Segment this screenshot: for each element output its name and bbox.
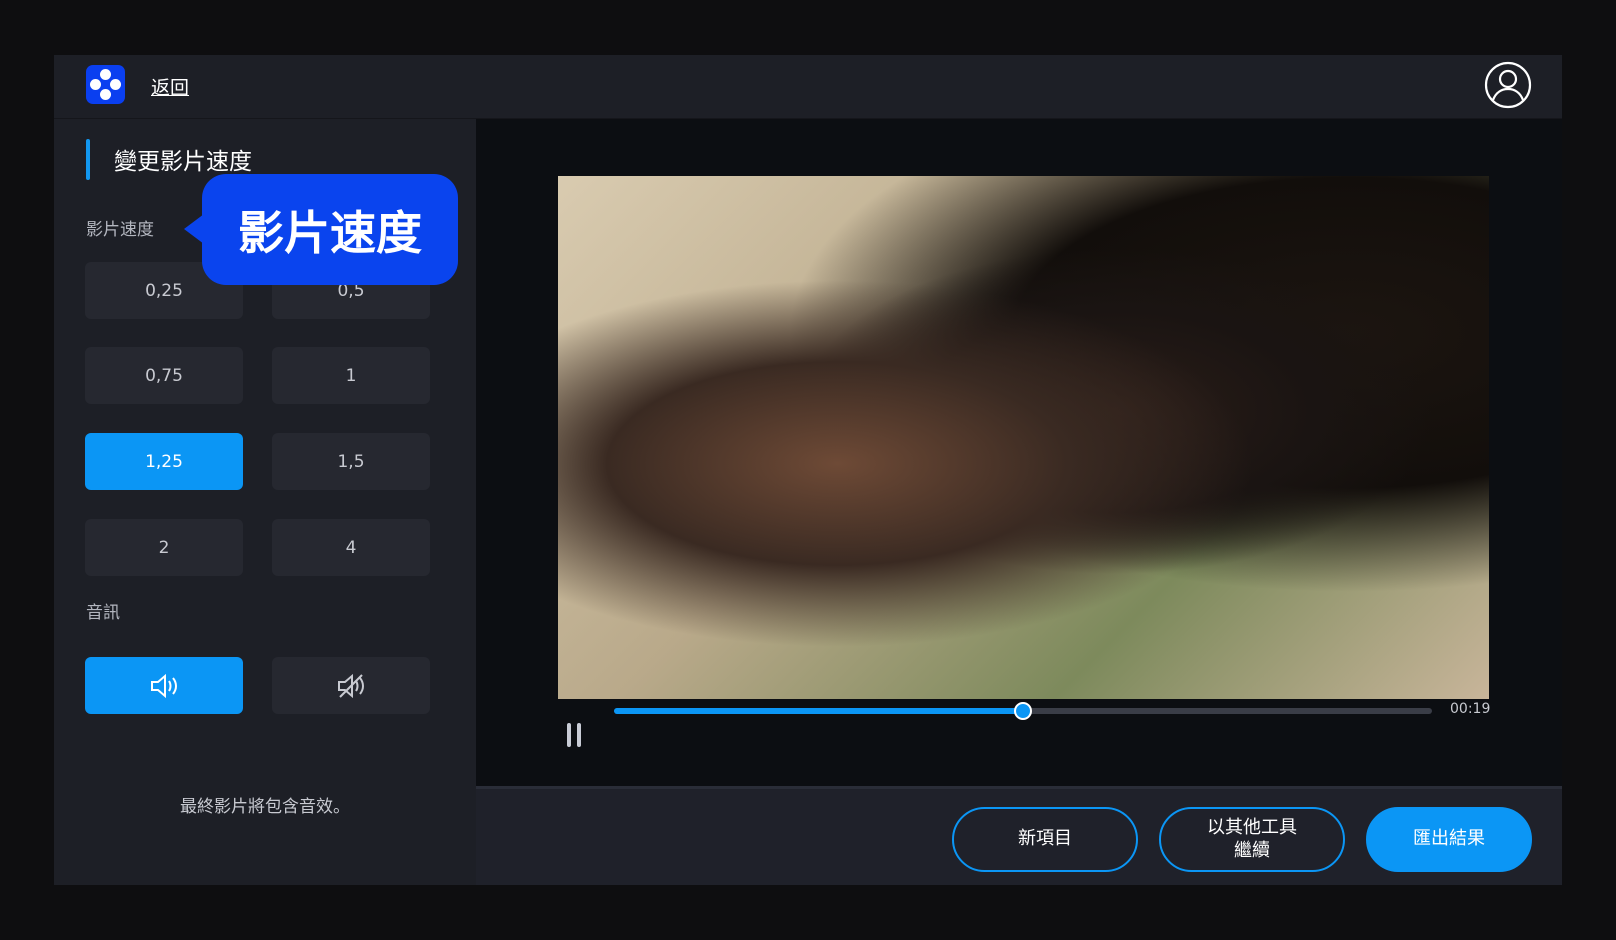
speed-option-4[interactable]: 4	[272, 519, 430, 576]
progress-thumb[interactable]	[1014, 702, 1032, 720]
user-circle-icon[interactable]	[1484, 61, 1532, 109]
new-project-button[interactable]: 新項目	[952, 807, 1138, 872]
app-logo[interactable]	[86, 65, 125, 104]
speed-option-1[interactable]: 1	[272, 347, 430, 404]
speaker-muted-icon	[338, 673, 364, 698]
speed-option-2[interactable]: 2	[85, 519, 243, 576]
title-accent-bar	[86, 139, 90, 180]
time-display: 00:19	[1450, 701, 1491, 717]
export-button[interactable]: 匯出結果	[1366, 807, 1532, 872]
continue-with-other-tool-button[interactable]: 以其他工具 繼續	[1159, 807, 1345, 872]
pause-button[interactable]	[565, 723, 585, 747]
back-link[interactable]: 返回	[151, 73, 189, 100]
speed-option-1-5[interactable]: 1,5	[272, 433, 430, 490]
audio-label: 音訊	[86, 603, 120, 623]
panel-title: 變更影片速度	[114, 149, 252, 175]
audio-on-button[interactable]	[85, 657, 243, 714]
progress-fill	[614, 708, 1023, 714]
video-preview[interactable]	[558, 176, 1489, 699]
header: 返回	[54, 55, 1562, 119]
pause-icon	[567, 723, 571, 747]
callout-tooltip: 影片速度	[184, 174, 458, 285]
audio-note: 最終影片將包含音效。	[180, 797, 350, 817]
speed-option-1-25[interactable]: 1,25	[85, 433, 243, 490]
progress-slider[interactable]	[614, 702, 1432, 720]
footer-bar: 新項目 以其他工具 繼續 匯出結果	[476, 786, 1562, 885]
audio-off-button[interactable]	[272, 657, 430, 714]
speed-label: 影片速度	[86, 220, 154, 240]
speed-option-0-75[interactable]: 0,75	[85, 347, 243, 404]
speaker-icon	[151, 673, 177, 698]
